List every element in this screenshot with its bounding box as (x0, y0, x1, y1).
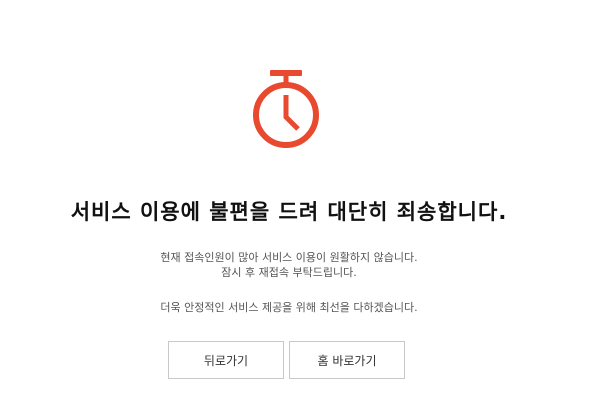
error-message-line-2: 잠시 후 재접속 부탁드립니다. (221, 266, 357, 279)
error-title: 서비스 이용에 불편을 드려 대단히 죄송합니다. (70, 200, 508, 224)
back-button[interactable]: 뒤로가기 (168, 341, 284, 379)
stopwatch-icon (244, 66, 328, 156)
home-button[interactable]: 홈 바로가기 (289, 341, 405, 379)
error-message-line-1: 현재 접속인원이 많아 서비스 이용이 원활하지 않습니다. (160, 251, 418, 264)
error-page: 서비스 이용에 불편을 드려 대단히 죄송합니다. 현재 접속인원이 많아 서비… (0, 0, 600, 413)
error-message-line-3: 더욱 안정적인 서비스 제공을 위해 최선을 다하겠습니다. (160, 301, 418, 314)
